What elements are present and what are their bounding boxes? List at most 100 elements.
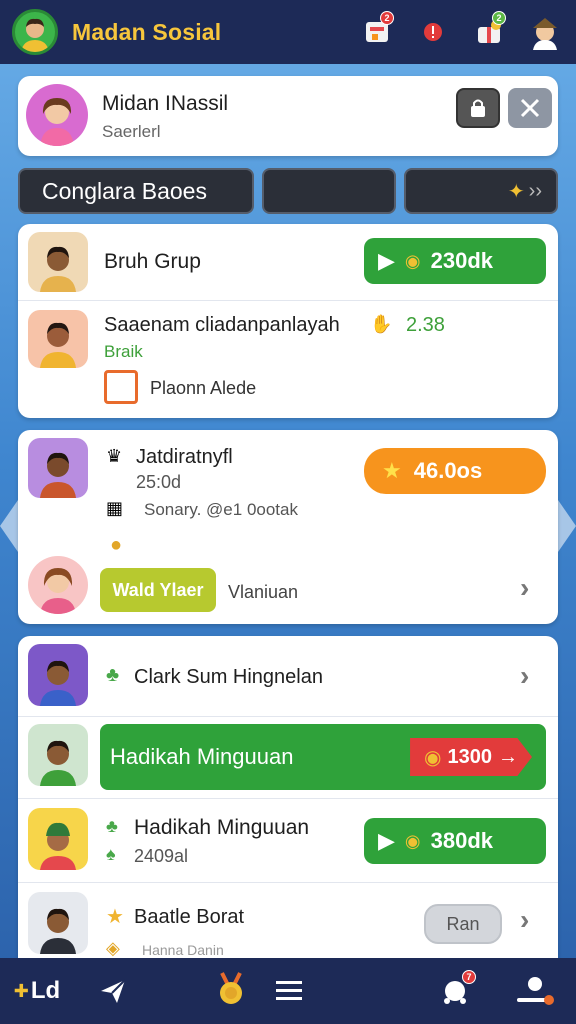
badge-icon: ◈ — [106, 938, 120, 958]
divider — [18, 300, 558, 301]
thumbnail — [104, 370, 138, 404]
divider — [18, 716, 558, 717]
list-item-sub: 2409al — [134, 846, 189, 866]
coin-icon: ◉ — [404, 830, 421, 851]
leaf-icon: ♣ — [106, 816, 118, 836]
crown-icon: ♛ — [106, 446, 123, 466]
play-button[interactable]: ▶ ◉ 380dk — [364, 818, 546, 864]
reward-button[interactable]: ★ 46.0os — [364, 448, 546, 494]
hand-icon: ✋ — [370, 314, 393, 334]
tools-icon — [520, 98, 540, 118]
coin-icon: ● — [110, 534, 123, 556]
challenge-secondary: Vlaniuan — [228, 582, 299, 602]
coin-icon: ◉ — [424, 746, 442, 769]
chevron-right-double-icon: ›› — [528, 179, 542, 202]
run-button-label: Ran — [446, 913, 480, 934]
item-extra: Plaonn Alede — [150, 378, 257, 398]
chevron-right-icon[interactable]: › — [520, 660, 529, 692]
alert-icon[interactable] — [414, 13, 452, 51]
avatar[interactable] — [28, 438, 88, 498]
tool-icon: ♠ — [106, 844, 116, 864]
gift-icon[interactable]: 2 — [470, 11, 508, 51]
nav-home[interactable]: ✚ Ld — [12, 968, 62, 1014]
play-icon: ▶ — [378, 828, 395, 853]
run-button[interactable]: Ran — [424, 904, 502, 944]
avatar[interactable] — [28, 644, 88, 706]
challenge-title: Jatdiratnyfl — [136, 446, 233, 468]
coin-icon: ◉ — [404, 250, 421, 271]
wald-button-label: Wald Ylaer — [112, 579, 204, 600]
tab-active-label: Conglara Baoes — [42, 177, 207, 204]
user-icon — [517, 977, 554, 1005]
list-card: ♣ Clark Sum Hingnelan › Hadikah Minguuan… — [18, 636, 558, 960]
send-icon — [101, 979, 126, 1003]
notification-badge: 7 — [462, 970, 476, 984]
nav-send[interactable] — [90, 968, 136, 1014]
chevron-right-icon[interactable]: › — [520, 572, 529, 604]
menu-icon — [276, 981, 302, 1000]
leaf-icon: ♣ — [106, 664, 120, 686]
notification-badge: 2 — [380, 11, 394, 25]
item-value: 2.38 — [406, 314, 445, 336]
profile-name: Midan INassil — [102, 92, 229, 115]
chevron-right-icon[interactable]: › — [520, 904, 529, 936]
avatar[interactable] — [28, 310, 88, 368]
challenge-time: 25:0d — [136, 472, 182, 492]
avatar-logo-icon — [21, 18, 49, 52]
tab-bar: Conglara Baoes ✦ ›› — [18, 168, 558, 214]
bottom-nav: ✚ Ld 7 — [0, 958, 576, 1024]
arrow-right-icon: → — [498, 745, 518, 768]
app-logo[interactable] — [12, 9, 58, 55]
scroll-icon: ▦ — [106, 498, 124, 518]
list-item-title: Clark Sum Hingnelan — [134, 666, 323, 688]
avatar[interactable] — [28, 724, 88, 786]
weekly-reward-banner[interactable]: Hadikah Minguuan ◉ 1300 → — [100, 724, 546, 790]
nav-menu[interactable] — [266, 968, 312, 1014]
banner-tag: ◉ 1300 → — [410, 738, 532, 776]
group-name: Bruh Grup — [104, 250, 201, 273]
avatar[interactable] — [26, 84, 88, 146]
star-icon: ★ — [382, 458, 402, 483]
lock-button[interactable] — [456, 88, 500, 128]
avatar[interactable] — [28, 232, 88, 292]
lock-icon — [471, 99, 485, 117]
play-value: 230dk — [430, 248, 494, 273]
list-item-sub: Hanna Danin — [142, 942, 224, 958]
nav-notifications[interactable]: 7 — [432, 968, 478, 1014]
banner-title: Hadikah Minguuan — [110, 744, 294, 769]
profile-subtitle: Saerlerl — [102, 122, 161, 141]
plus-icon: ✚ — [13, 980, 29, 1001]
list-item-title: Baatle Borat — [134, 906, 245, 928]
next-arrow-icon[interactable] — [558, 500, 576, 552]
app-title: Madan Sosial — [72, 18, 222, 45]
avatar[interactable] — [28, 556, 88, 614]
item-sub: Braik — [104, 342, 143, 361]
gift-badge: 2 — [492, 11, 506, 25]
wald-button[interactable]: Wald Ylaer — [100, 568, 216, 612]
play-button[interactable]: ▶ ◉ 230dk — [364, 238, 546, 284]
tab-2[interactable] — [262, 168, 396, 214]
notification-icon[interactable]: 2 — [358, 11, 396, 51]
challenge-meta: Sonary. @e1 0ootak — [144, 500, 298, 519]
group-card: Bruh Grup ▶ ◉ 230dk Saaenam cliadanpanla… — [18, 224, 558, 418]
previous-arrow-icon[interactable] — [0, 500, 18, 552]
banner-tag-value: 1300 — [447, 745, 493, 768]
tab-more[interactable]: ✦ ›› — [404, 168, 558, 214]
nav-rewards[interactable] — [208, 966, 254, 1012]
item-title: Saaenam cliadanpanlayah — [104, 314, 340, 336]
avatar[interactable] — [28, 808, 88, 870]
divider — [18, 798, 558, 799]
nav-home-label: Ld — [30, 977, 61, 1004]
star-icon: ★ — [106, 906, 124, 928]
play-icon: ▶ — [378, 248, 395, 273]
profile-icon[interactable] — [526, 13, 564, 51]
challenge-card: ♛ Jatdiratnyfl 25:0d ▦ Sonary. @e1 0oota… — [18, 430, 558, 624]
medal-icon — [220, 972, 242, 1004]
divider — [18, 882, 558, 883]
nav-profile[interactable] — [512, 968, 558, 1014]
avatar[interactable] — [28, 892, 88, 954]
tab-active[interactable]: Conglara Baoes — [18, 168, 254, 214]
profile-card: Midan INassil Saerlerl — [18, 76, 558, 156]
top-bar: Madan Sosial 2 2 — [0, 0, 576, 64]
tools-button[interactable] — [508, 88, 552, 128]
